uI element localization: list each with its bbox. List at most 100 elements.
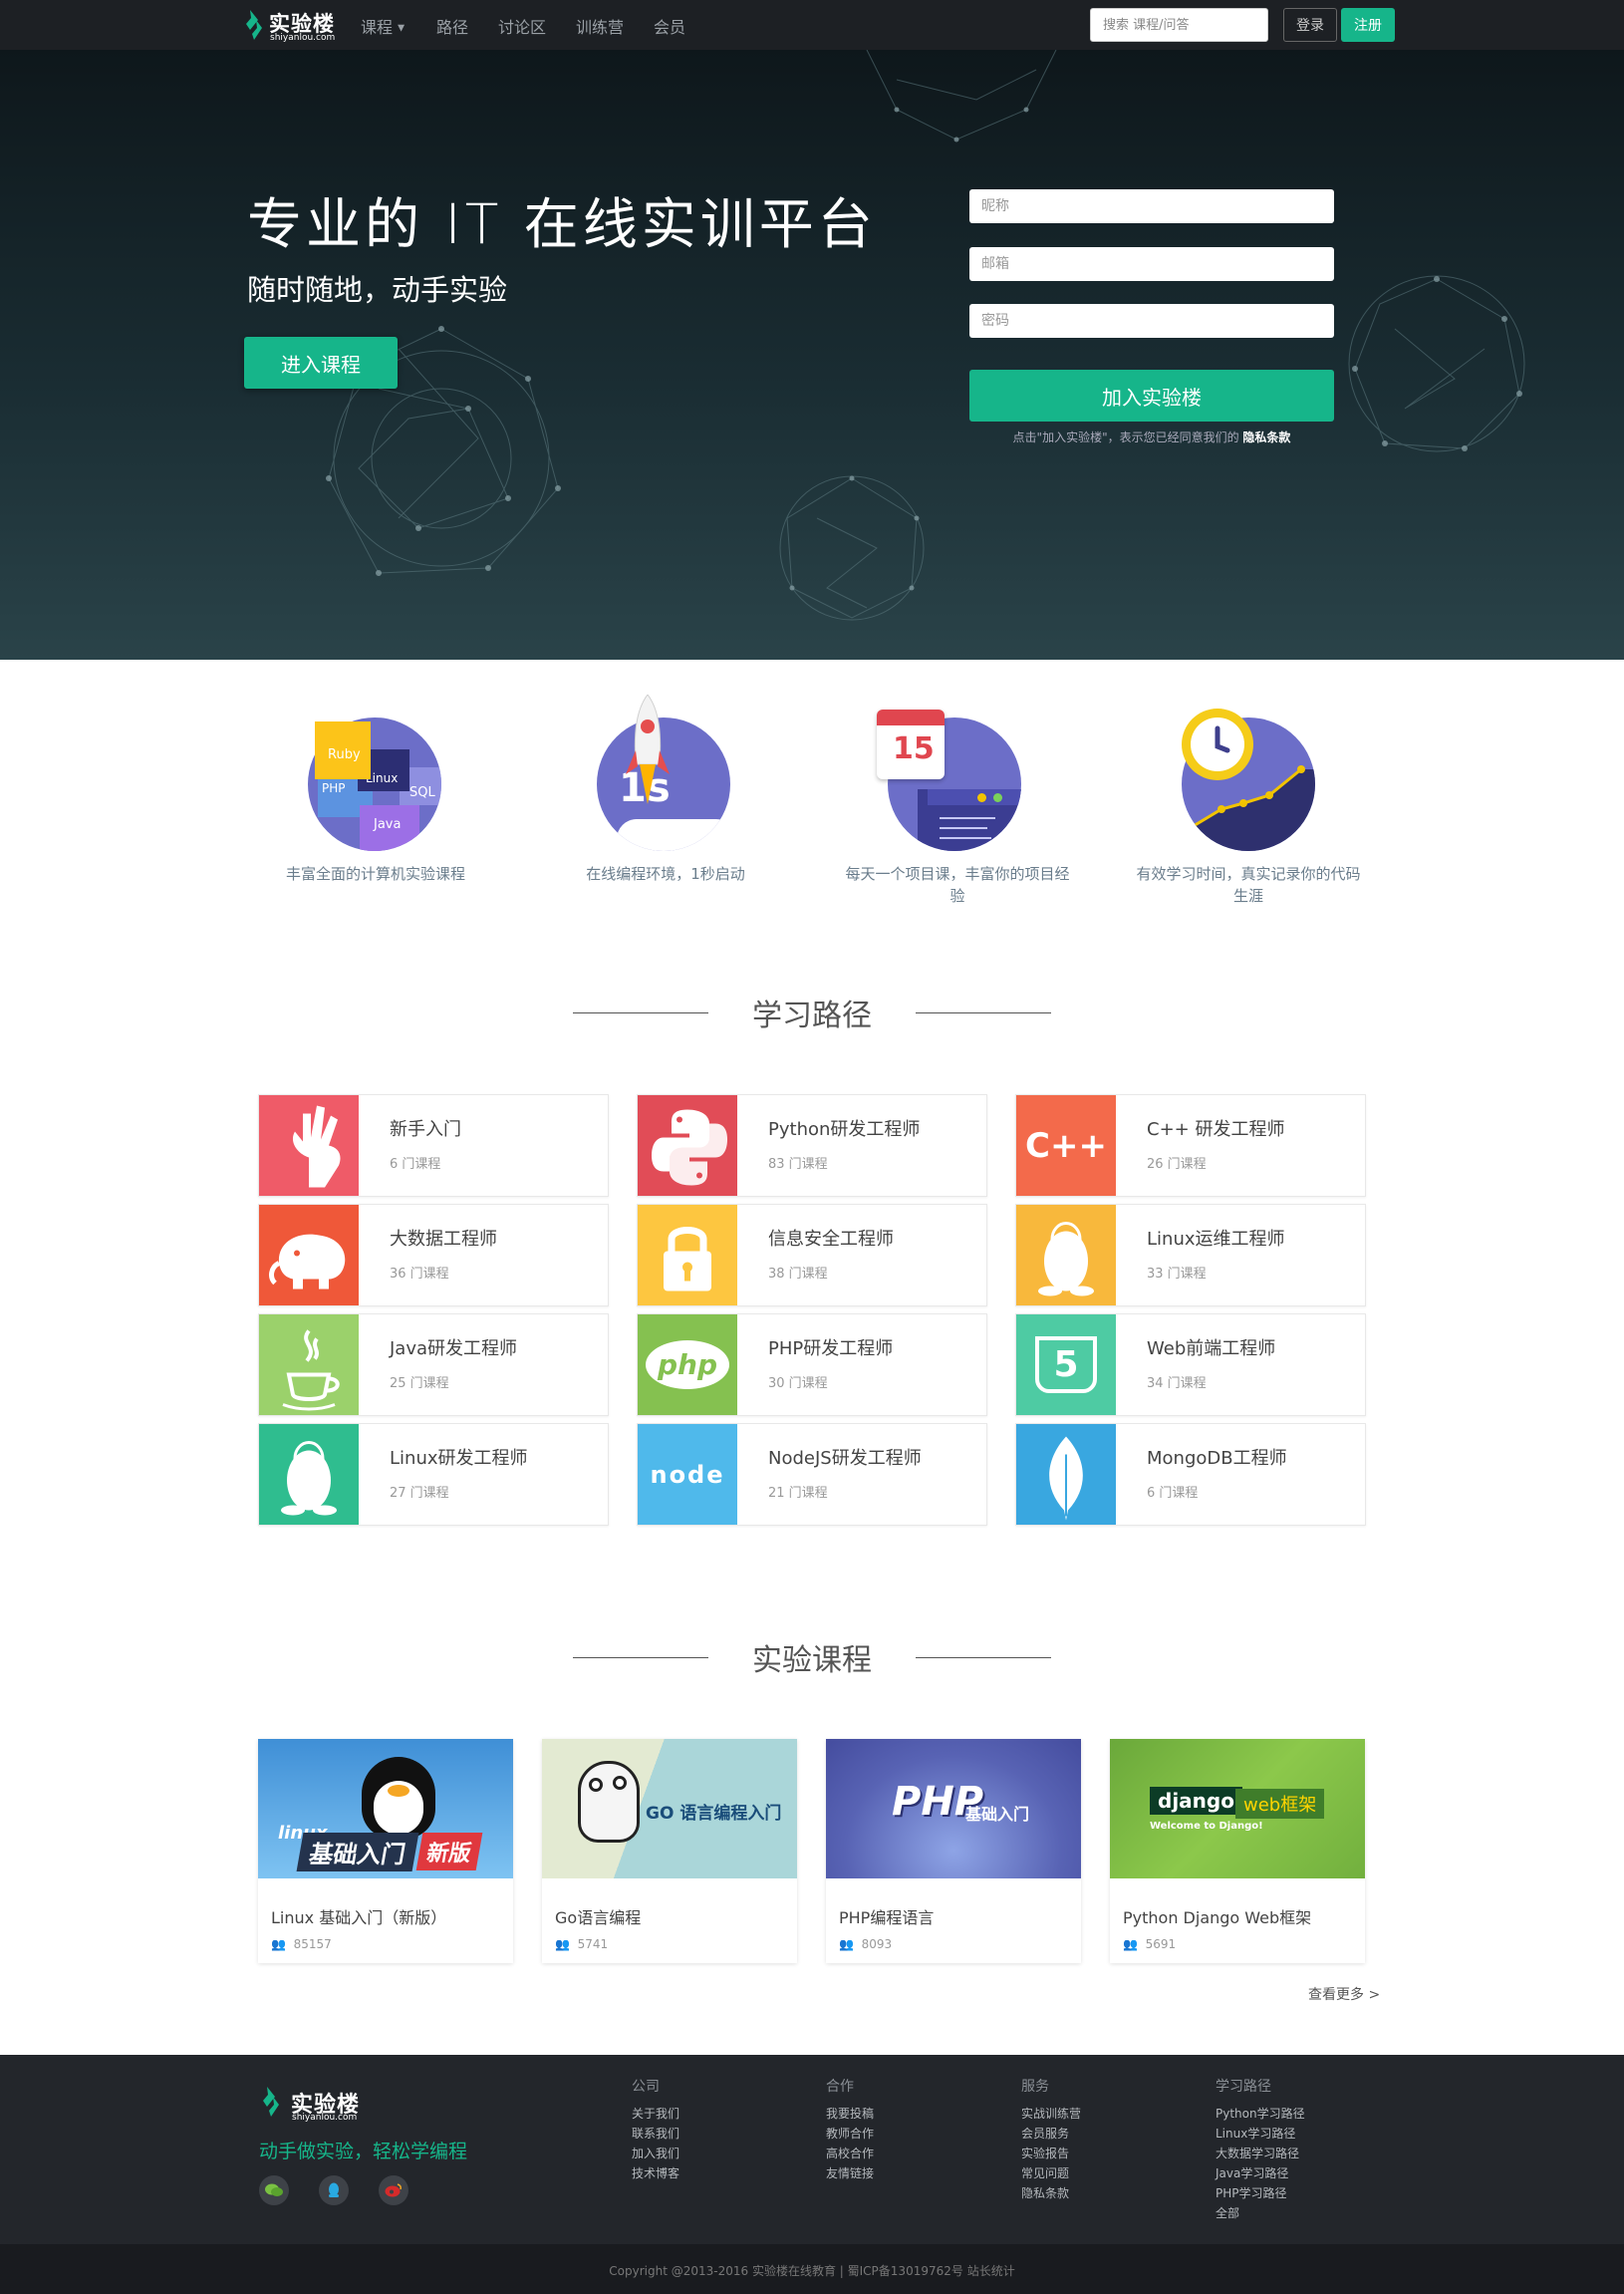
enter-courses-button[interactable]: 进入课程 — [244, 337, 398, 389]
path-card[interactable]: node NodeJS研发工程师 21 门课程 — [637, 1423, 987, 1526]
nav-paths[interactable]: 路径 — [436, 14, 468, 38]
course-cover-go: GO 语言编程入门 — [542, 1739, 797, 1878]
cpp-icon: C++ — [1016, 1095, 1116, 1196]
banner-welcome: Welcome to Django! — [1150, 1821, 1263, 1832]
path-card[interactable]: 大数据工程师 36 门课程 — [258, 1204, 609, 1306]
banner-new: 新版 — [415, 1833, 483, 1870]
banner-basics: 基础入门 — [296, 1833, 419, 1871]
qq-icon[interactable] — [319, 2175, 349, 2205]
hero-subtitle: 随时随地，动手实验 — [247, 273, 508, 307]
path-card[interactable]: MongoDB工程师 6 门课程 — [1015, 1423, 1366, 1526]
course-cover-django: django web框架 Welcome to Django! — [1110, 1739, 1365, 1878]
path-course-count: 33 门课程 — [1147, 1267, 1207, 1282]
path-name: PHP研发工程师 — [768, 1338, 894, 1359]
path-card[interactable]: php PHP研发工程师 30 门课程 — [637, 1313, 987, 1416]
footer-link[interactable]: 我要投稿 — [826, 2105, 874, 2122]
users-icon: 👥 — [839, 1937, 854, 1951]
footer-link[interactable]: 技术博客 — [632, 2164, 679, 2181]
footer-link[interactable]: 友情链接 — [826, 2164, 874, 2181]
nickname-input[interactable] — [969, 189, 1334, 223]
clock-icon — [1182, 709, 1253, 780]
course-card[interactable]: PHP 基础入门 PHP编程语言 👥 8093 — [826, 1739, 1081, 1963]
join-button[interactable]: 加入实验楼 — [969, 370, 1334, 422]
footer-link[interactable]: 教师合作 — [826, 2125, 874, 2142]
course-cover-php: PHP 基础入门 — [826, 1739, 1081, 1878]
footer-link[interactable]: 全部 — [1216, 2204, 1239, 2221]
course-card[interactable]: django web框架 Welcome to Django! Python D… — [1110, 1739, 1365, 1963]
path-card[interactable]: 新手入门 6 门课程 — [258, 1094, 609, 1197]
register-button[interactable]: 注册 — [1341, 8, 1395, 42]
feature-text: 丰富全面的计算机实验课程 — [285, 865, 465, 883]
paths-section-title: 学习路径 — [752, 999, 872, 1033]
footer-slogan: 动手做实验，轻松学编程 — [259, 2141, 468, 2162]
lock-icon — [638, 1205, 737, 1305]
path-name: Linux研发工程师 — [390, 1448, 528, 1469]
course-learner-count: 5691 — [1145, 1937, 1177, 1951]
path-card[interactable]: Java研发工程师 25 门课程 — [258, 1313, 609, 1416]
footer-logo-domain: shiyanlou.com — [292, 2113, 358, 2123]
email-input[interactable] — [969, 247, 1334, 281]
course-name: PHP编程语言 — [839, 1908, 935, 1927]
path-card[interactable]: Linux运维工程师 33 门课程 — [1015, 1204, 1366, 1306]
courses-section-title: 实验课程 — [752, 1643, 872, 1678]
privacy-terms-link[interactable]: 隐私条款 — [1242, 430, 1290, 444]
login-button[interactable]: 登录 — [1283, 8, 1337, 42]
footer-link[interactable]: 关于我们 — [632, 2105, 679, 2122]
path-course-count: 26 门课程 — [1147, 1157, 1207, 1172]
footer-link[interactable]: 隐私条款 — [1021, 2184, 1069, 2201]
footer-link[interactable]: 常见问题 — [1021, 2164, 1069, 2181]
wechat-icon[interactable] — [259, 2175, 289, 2205]
course-learners: 👥 8093 — [839, 1937, 892, 1951]
footer-link[interactable]: 联系我们 — [632, 2125, 679, 2142]
logo-icon[interactable] — [242, 10, 264, 40]
feature-text: 在线编程环境，1秒启动 — [586, 865, 745, 883]
footer-link[interactable]: Python学习路径 — [1216, 2105, 1305, 2122]
penguin-icon — [362, 1757, 435, 1839]
footer-link[interactable]: 实验报告 — [1021, 2145, 1069, 2161]
footer-link[interactable]: PHP学习路径 — [1216, 2184, 1287, 2201]
path-card[interactable]: Python研发工程师 83 门课程 — [637, 1094, 987, 1197]
copyright: Copyright @2013-2016 实验楼在线教育 | 蜀ICP备1301… — [609, 2264, 1015, 2278]
path-course-count: 6 门课程 — [390, 1157, 441, 1172]
password-input[interactable] — [969, 304, 1334, 338]
footer-link[interactable]: 高校合作 — [826, 2145, 874, 2161]
footer-column-title: 公司 — [632, 2079, 660, 2095]
weibo-icon[interactable] — [379, 2175, 408, 2205]
footer-column-title: 学习路径 — [1216, 2079, 1271, 2095]
path-course-count: 30 门课程 — [768, 1376, 828, 1391]
nav-courses-label: 课程 — [361, 18, 394, 37]
footer-link[interactable]: 加入我们 — [632, 2145, 679, 2161]
logo-domain: shiyanlou.com — [270, 33, 336, 43]
nav-membership[interactable]: 会员 — [654, 14, 685, 38]
course-learner-count: 8093 — [861, 1937, 893, 1951]
path-card[interactable]: Linux研发工程师 27 门课程 — [258, 1423, 609, 1526]
footer-link[interactable]: 会员服务 — [1021, 2125, 1069, 2142]
path-card[interactable]: C++ C++ 研发工程师 26 门课程 — [1015, 1094, 1366, 1197]
footer-link[interactable]: Linux学习路径 — [1216, 2125, 1295, 2142]
terms-text: 点击"加入实验楼"，表示您已经同意我们的 — [1012, 430, 1239, 444]
footer-column-title: 服务 — [1021, 2079, 1049, 2095]
nav-forum[interactable]: 讨论区 — [498, 14, 546, 38]
footer-link[interactable]: 大数据学习路径 — [1216, 2145, 1299, 2161]
logo-icon[interactable] — [259, 2087, 281, 2117]
footer-link[interactable]: Java学习路径 — [1216, 2164, 1288, 2181]
footer-link[interactable]: 实战训练营 — [1021, 2105, 1081, 2122]
course-card[interactable]: linux 基础入门 新版 Linux 基础入门（新版） 👥 85157 — [258, 1739, 513, 1963]
feature-text: 有效学习时间，真实记录你的代码生涯 — [1136, 865, 1361, 905]
path-course-count: 27 门课程 — [390, 1486, 449, 1501]
calendar-icon: 15 — [877, 710, 945, 779]
path-card[interactable]: 信息安全工程师 38 门课程 — [637, 1204, 987, 1306]
search-input[interactable] — [1090, 8, 1268, 42]
course-learner-count: 85157 — [293, 1937, 332, 1951]
feature-text: 每天一个项目课，丰富你的项目经验 — [845, 865, 1070, 905]
java-tag: Java — [360, 805, 419, 851]
nav-courses[interactable]: 课程 ▼ — [361, 14, 405, 38]
course-card[interactable]: GO 语言编程入门 Go语言编程 👥 5741 — [542, 1739, 797, 1963]
gopher-icon — [578, 1761, 640, 1843]
path-card[interactable]: 5 Web前端工程师 34 门课程 — [1015, 1313, 1366, 1416]
users-icon: 👥 — [1123, 1937, 1138, 1951]
course-name: Python Django Web框架 — [1123, 1908, 1312, 1927]
nav-bootcamp[interactable]: 训练营 — [576, 14, 624, 38]
path-course-count: 38 门课程 — [768, 1267, 828, 1282]
more-courses-link[interactable]: 查看更多 > — [1308, 1984, 1380, 2004]
